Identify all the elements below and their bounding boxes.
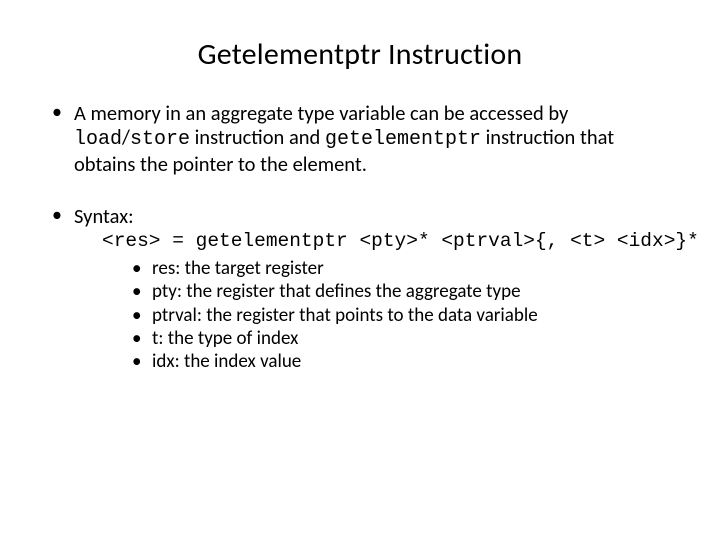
sub-item: pty: the register that defines the aggre…: [132, 280, 674, 303]
code-store: store: [130, 128, 190, 151]
bullet-syntax: Syntax: <res> = getelementptr <pty>* <pt…: [46, 204, 674, 373]
slide-title: Getelementptr Instruction: [0, 36, 720, 73]
code-load: load: [74, 128, 122, 151]
code-getelementptr: getelementptr: [325, 128, 481, 151]
syntax-label: Syntax:: [74, 203, 134, 229]
syntax-sublist: res: the target register pty: the regist…: [102, 257, 674, 373]
sub-item: res: the target register: [132, 257, 674, 280]
syntax-block: <res> = getelementptr <pty>* <ptrval>{, …: [74, 230, 674, 373]
sub-item: t: the type of index: [132, 327, 674, 350]
text-fragment: instruction and: [190, 124, 325, 150]
text-fragment: /: [122, 124, 130, 150]
slide: Getelementptr Instruction A memory in an…: [0, 36, 720, 540]
slide-body: A memory in an aggregate type variable c…: [0, 101, 720, 373]
sub-item: idx: the index value: [132, 350, 674, 373]
bullet-memory: A memory in an aggregate type variable c…: [46, 101, 674, 176]
syntax-line: <res> = getelementptr <pty>* <ptrval>{, …: [102, 230, 674, 253]
sub-item: ptrval: the register that points to the …: [132, 304, 674, 327]
bullet-list: A memory in an aggregate type variable c…: [46, 101, 674, 373]
text-fragment: A memory in an aggregate type variable c…: [74, 100, 568, 126]
